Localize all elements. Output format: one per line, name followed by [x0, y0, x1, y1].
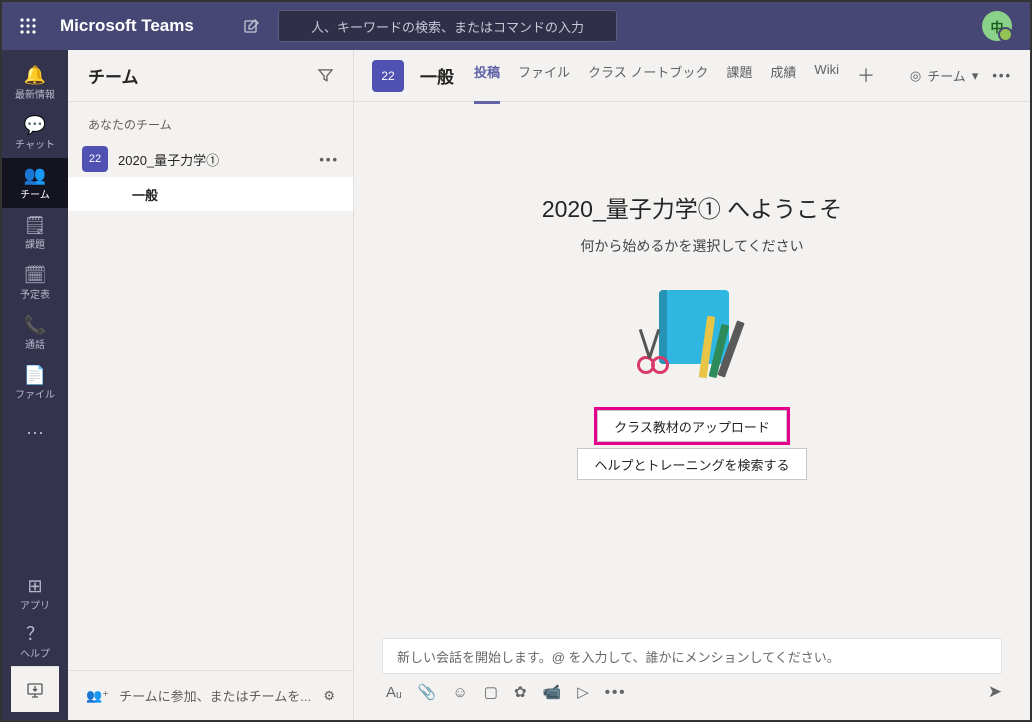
team-visibility-button[interactable]: ◎ チーム ▾ — [910, 66, 979, 85]
meet-now-icon[interactable]: 📹 — [543, 683, 562, 701]
team-visibility-label: チーム — [927, 66, 966, 85]
apps-icon: ⊞ — [27, 577, 42, 595]
section-label: あなたのチーム — [68, 102, 353, 141]
download-desktop-icon[interactable] — [11, 666, 59, 712]
rail-item-label: 課題 — [25, 236, 45, 251]
channel-more-icon[interactable]: ••• — [992, 68, 1012, 83]
rail-item-label: 予定表 — [20, 286, 50, 301]
team-avatar: 22 — [82, 146, 108, 172]
files-icon: 📄 — [24, 366, 46, 384]
chat-icon: 💬 — [24, 116, 46, 134]
bell-icon: 🔔 — [24, 66, 46, 84]
rail-item-label: ファイル — [15, 386, 55, 401]
stream-icon[interactable]: ▷ — [577, 683, 589, 701]
settings-icon[interactable]: ⚙ — [323, 688, 335, 704]
left-pane-title: チーム — [88, 63, 139, 88]
team-row[interactable]: 22 2020_量子力学① ••• — [68, 141, 353, 177]
team-name: 2020_量子力学① — [118, 150, 219, 169]
compose-input[interactable]: 新しい会話を開始します。@ を入力して、誰かにメンションしてください。 — [382, 638, 1002, 674]
compose-more-icon[interactable]: ••• — [605, 684, 627, 701]
app-title: Microsoft Teams — [60, 16, 230, 36]
eye-icon: ◎ — [910, 68, 921, 84]
channel-title: 一般 — [420, 63, 454, 88]
app-rail: 🔔 最新情報 💬 チャット 👥 チーム 🗒 課題 🗓 予定表 📞 通話 📄 ファイル ⋯ ⊞ ア… — [2, 50, 68, 720]
help-icon: ？ — [26, 625, 44, 643]
tab-files[interactable]: ファイル — [518, 47, 570, 104]
team-chip: 22 — [372, 60, 404, 92]
rail-help[interactable]: ？ ヘルプ — [2, 618, 68, 666]
calendar-icon: 🗓 — [24, 266, 47, 284]
tab-assignments[interactable]: 課題 — [726, 47, 752, 104]
rail-item-label: アプリ — [20, 597, 50, 612]
attach-icon[interactable]: 📎 — [418, 683, 437, 701]
rail-item-label: チーム — [20, 186, 50, 201]
compose-toolbar: Aᵤ 📎 ☺ ▢ ✿ 📹 ▷ ••• ➤ — [382, 682, 1002, 702]
upload-class-materials-button[interactable]: クラス教材のアップロード — [597, 410, 787, 442]
user-avatar[interactable]: 中 — [982, 11, 1012, 41]
rail-files[interactable]: 📄 ファイル — [2, 358, 68, 408]
chevron-down-icon: ▾ — [972, 68, 979, 84]
search-input[interactable]: 人、キーワードの検索、またはコマンドの入力 — [278, 10, 617, 42]
channel-row[interactable]: 一般 — [68, 177, 353, 211]
search-help-button[interactable]: ヘルプとトレーニングを検索する — [577, 448, 806, 480]
channel-header: 22 一般 投稿 ファイル クラス ノートブック 課題 成績 Wiki ＋ ◎ … — [354, 50, 1030, 102]
ellipsis-icon: ⋯ — [26, 424, 44, 442]
tab-grades[interactable]: 成績 — [770, 47, 796, 104]
waffle-menu-icon[interactable] — [16, 18, 40, 34]
rail-apps[interactable]: ⊞ アプリ — [2, 570, 68, 618]
teams-icon: 👥 — [24, 166, 46, 184]
rail-assignments[interactable]: 🗒 課題 — [2, 208, 68, 258]
calls-icon: 📞 — [24, 316, 46, 334]
gif-icon[interactable]: ▢ — [484, 683, 498, 701]
rail-item-label: 通話 — [25, 336, 45, 351]
tab-add-icon[interactable]: ＋ — [857, 47, 875, 104]
welcome-subtitle: 何から始めるかを選択してください — [580, 236, 803, 256]
assignments-icon: 🗒 — [24, 216, 47, 234]
rail-calendar[interactable]: 🗓 予定表 — [2, 258, 68, 308]
rail-item-label: ヘルプ — [20, 645, 50, 660]
join-team-button[interactable]: チームに参加、またはチームを... — [119, 686, 311, 705]
tab-class-notebook[interactable]: クラス ノートブック — [588, 47, 708, 104]
team-more-icon[interactable]: ••• — [319, 152, 339, 167]
welcome-illustration — [637, 290, 747, 382]
welcome-area: 2020_量子力学① へようこそ 何から始めるかを選択してください クラス教材の… — [354, 102, 1030, 638]
rail-item-label: チャット — [15, 136, 55, 151]
filter-icon[interactable] — [318, 68, 333, 83]
rail-teams[interactable]: 👥 チーム — [2, 158, 68, 208]
emoji-icon[interactable]: ☺ — [452, 684, 467, 701]
rail-activity[interactable]: 🔔 最新情報 — [2, 58, 68, 108]
tab-wiki[interactable]: Wiki — [814, 47, 839, 104]
rail-item-label: 最新情報 — [15, 86, 55, 101]
rail-more[interactable]: ⋯ — [2, 408, 68, 458]
teams-left-pane: チーム あなたのチーム 22 2020_量子力学① ••• 一般 👥⁺ チームに… — [68, 50, 354, 720]
rail-chat[interactable]: 💬 チャット — [2, 108, 68, 158]
sticker-icon[interactable]: ✿ — [514, 683, 527, 701]
send-icon[interactable]: ➤ — [988, 682, 1002, 702]
tab-posts[interactable]: 投稿 — [474, 47, 500, 104]
new-message-icon[interactable] — [244, 18, 260, 34]
format-icon[interactable]: Aᵤ — [386, 684, 402, 701]
welcome-title: 2020_量子力学① へようこそ — [542, 190, 842, 224]
rail-calls[interactable]: 📞 通話 — [2, 308, 68, 358]
join-team-icon: 👥⁺ — [86, 688, 109, 704]
